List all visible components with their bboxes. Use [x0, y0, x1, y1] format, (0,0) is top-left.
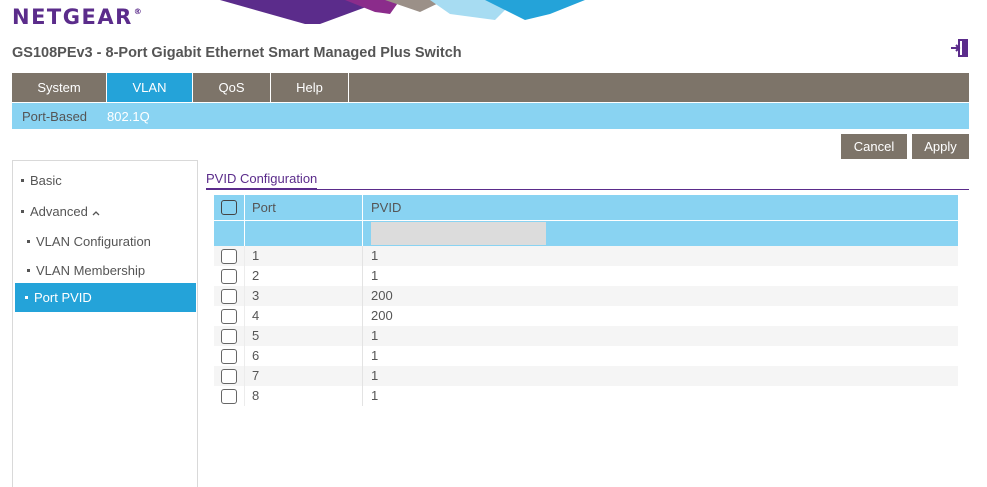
- subtab-802-1q[interactable]: 802.1Q: [97, 109, 160, 124]
- sidebar-item-vlan-membership[interactable]: VLAN Membership: [27, 263, 145, 278]
- column-divider: [244, 386, 245, 406]
- bullet-icon: [25, 296, 28, 300]
- column-divider: [362, 346, 363, 366]
- column-divider: [362, 366, 363, 386]
- table-header: Port PVID: [214, 195, 958, 220]
- bullet-icon: [27, 240, 30, 244]
- table-row[interactable]: 4 200: [214, 306, 958, 326]
- row-checkbox[interactable]: [221, 369, 237, 384]
- sidebar-item-advanced[interactable]: Advanced: [21, 204, 100, 219]
- tab-vlan[interactable]: VLAN: [107, 73, 193, 102]
- column-divider: [244, 195, 245, 220]
- row-checkbox[interactable]: [221, 249, 237, 264]
- cell-port: 4: [252, 308, 260, 323]
- registered-mark: ®: [133, 7, 144, 16]
- row-checkbox[interactable]: [221, 389, 237, 404]
- main-nav: System VLAN QoS Help: [12, 73, 969, 102]
- column-divider: [362, 306, 363, 326]
- table-row[interactable]: 11: [214, 246, 958, 266]
- cancel-button[interactable]: Cancel: [841, 134, 907, 159]
- select-all-cell: [214, 195, 244, 220]
- sidebar: Basic Advanced VLAN Configuration VLAN M…: [12, 160, 198, 487]
- sub-nav: Port-Based 802.1Q: [12, 103, 969, 129]
- cell-pvid: 1: [371, 268, 379, 283]
- cell-port: 7: [252, 368, 260, 383]
- column-divider: [362, 266, 363, 286]
- cell-pvid: 1: [371, 328, 379, 343]
- sidebar-item-port-pvid[interactable]: Port PVID: [15, 283, 196, 312]
- column-divider: [244, 266, 245, 286]
- cell-port: 1: [252, 248, 260, 263]
- column-divider: [362, 221, 363, 246]
- column-divider: [244, 221, 245, 246]
- cell-pvid: 1: [371, 348, 379, 363]
- cell-port: 3: [252, 288, 260, 303]
- row-checkbox[interactable]: [221, 269, 237, 284]
- pvid-table: Port PVID 1 1 2 1 3 200 4 200 5 1 6 1 7 1 8 1: [214, 195, 958, 406]
- bullet-icon: [27, 269, 30, 273]
- cell-pvid: 200: [371, 308, 393, 323]
- column-divider: [362, 246, 363, 266]
- cell-pvid: 1: [371, 388, 379, 403]
- cell-port: 5: [252, 328, 260, 343]
- column-divider: [362, 386, 363, 406]
- row-checkbox[interactable]: [221, 289, 237, 304]
- column-divider: [244, 366, 245, 386]
- column-divider: [362, 195, 363, 220]
- column-divider: [244, 306, 245, 326]
- row-checkbox[interactable]: [221, 309, 237, 324]
- sidebar-item-basic[interactable]: Basic: [21, 173, 62, 188]
- column-divider: [244, 346, 245, 366]
- bullet-icon: [21, 179, 24, 183]
- chevron-up-icon: [92, 210, 100, 216]
- column-header-pvid[interactable]: PVID: [371, 195, 401, 220]
- row-checkbox[interactable]: [221, 349, 237, 364]
- sidebar-item-label: Advanced: [30, 204, 88, 219]
- bullet-icon: [21, 210, 24, 214]
- sidebar-item-label: Basic: [30, 173, 62, 188]
- cell-pvid: 1: [371, 248, 379, 263]
- table-row[interactable]: 21: [214, 266, 958, 286]
- section-title: PVID Configuration: [206, 171, 318, 190]
- apply-button[interactable]: Apply: [912, 134, 969, 159]
- tab-help[interactable]: Help: [271, 73, 349, 102]
- logout-icon[interactable]: [950, 39, 970, 57]
- sidebar-item-vlan-configuration[interactable]: VLAN Configuration: [27, 234, 151, 249]
- cell-port: 6: [252, 348, 260, 363]
- sidebar-item-label: Port PVID: [34, 290, 92, 305]
- pvid-input[interactable]: [371, 222, 546, 245]
- header-banner-graphic: [220, 0, 585, 24]
- edit-row: [214, 220, 958, 246]
- cell-port: 2: [252, 268, 260, 283]
- sidebar-item-label: VLAN Membership: [36, 263, 146, 278]
- table-row[interactable]: 81: [214, 386, 958, 406]
- column-divider: [244, 246, 245, 266]
- sidebar-item-label: VLAN Configuration: [36, 234, 151, 249]
- column-divider: [244, 326, 245, 346]
- select-all-checkbox[interactable]: [221, 200, 237, 215]
- cell-pvid: 200: [371, 288, 393, 303]
- netgear-logo: NETGEAR®: [12, 5, 143, 29]
- table-row[interactable]: 3 200: [214, 286, 958, 306]
- brand-name: NETGEAR: [12, 5, 133, 29]
- cell-pvid: 1: [371, 368, 379, 383]
- column-divider: [362, 286, 363, 306]
- table-row[interactable]: 71: [214, 366, 958, 386]
- tab-qos[interactable]: QoS: [193, 73, 271, 102]
- column-header-port[interactable]: Port: [252, 195, 276, 220]
- subtab-port-based[interactable]: Port-Based: [12, 109, 97, 124]
- section-divider: [206, 189, 969, 190]
- column-divider: [362, 326, 363, 346]
- column-divider: [244, 286, 245, 306]
- table-row[interactable]: 61: [214, 346, 958, 366]
- row-checkbox[interactable]: [221, 329, 237, 344]
- cell-port: 8: [252, 388, 260, 403]
- tab-system[interactable]: System: [12, 73, 107, 102]
- product-title: GS108PEv3 - 8-Port Gigabit Ethernet Smar…: [12, 45, 462, 61]
- table-row[interactable]: 51: [214, 326, 958, 346]
